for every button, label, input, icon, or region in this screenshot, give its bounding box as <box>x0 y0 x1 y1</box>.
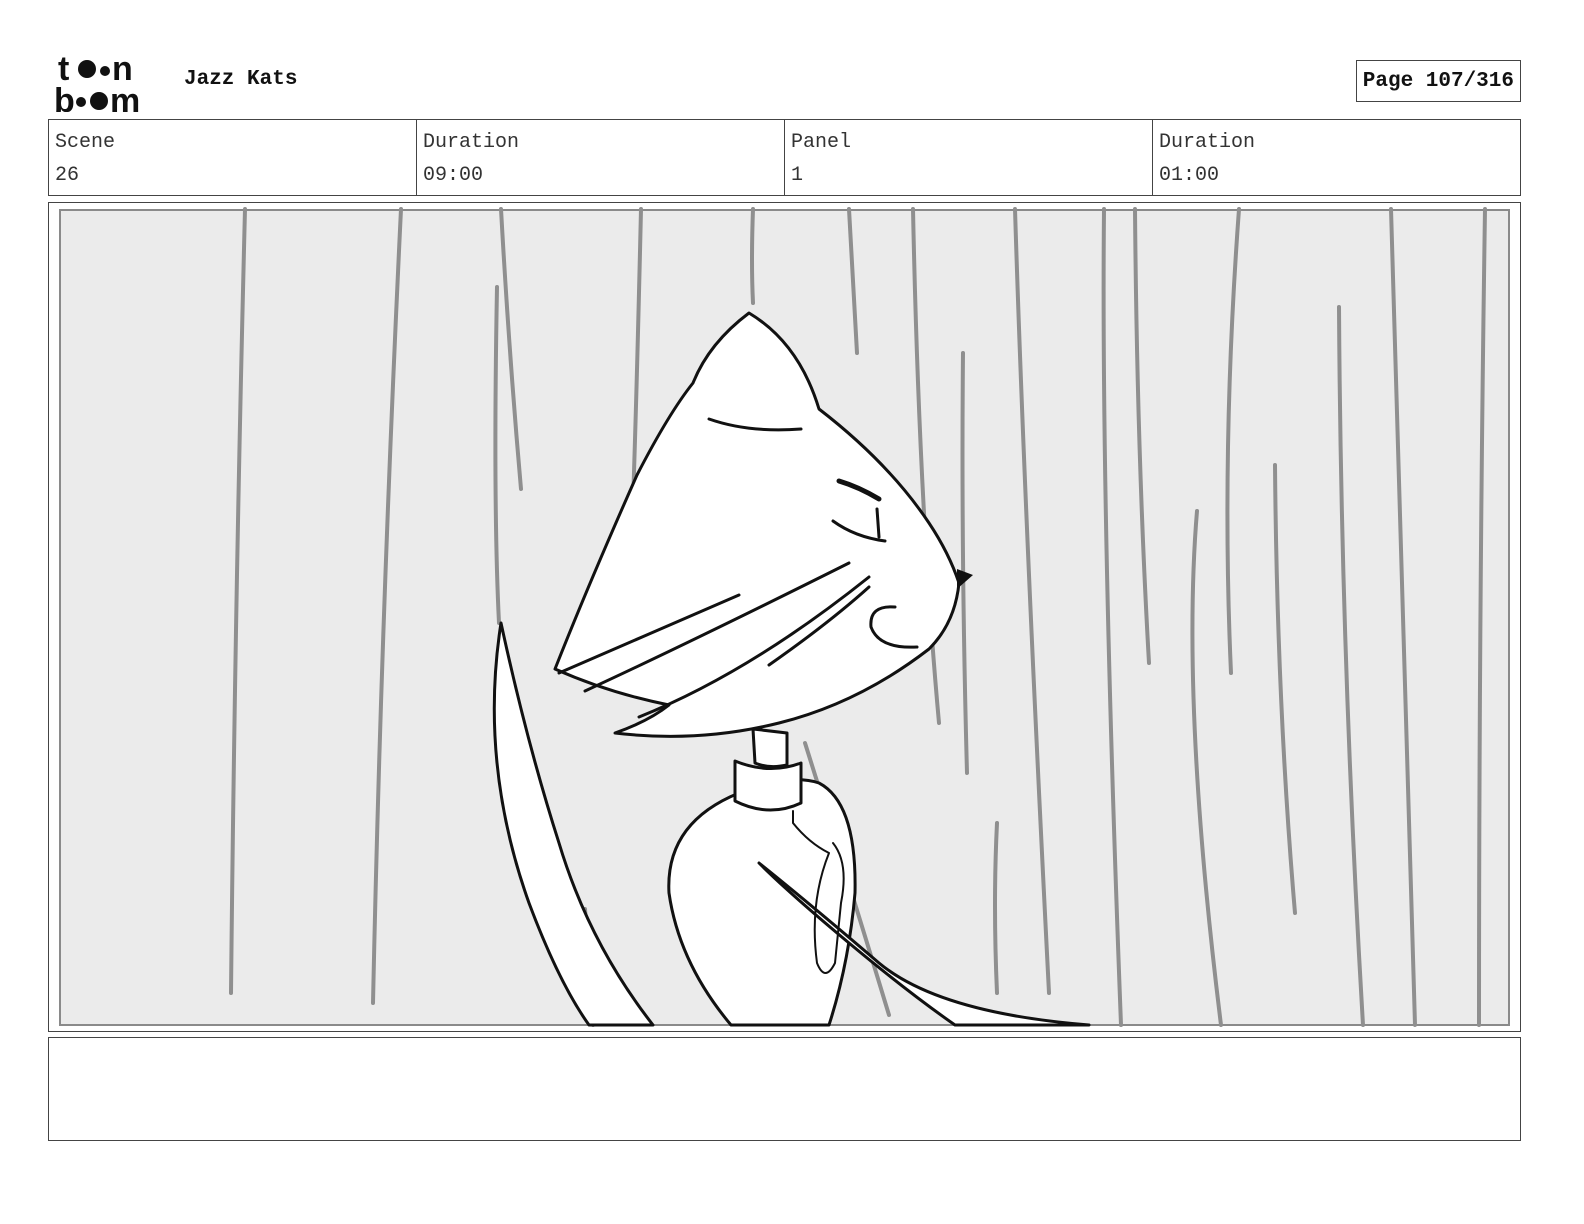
svg-text:b: b <box>54 82 75 112</box>
svg-text:m: m <box>110 82 140 112</box>
panel-cell: Panel 1 <box>785 120 1153 195</box>
panel-label: Panel <box>791 131 852 154</box>
page-indicator: Page 107/316 <box>1355 60 1521 102</box>
project-title: Jazz Kats <box>184 68 298 91</box>
scene-duration-cell: Duration 09:00 <box>417 120 785 195</box>
panel-notes-box <box>48 1037 1521 1141</box>
storyboard-panel <box>48 202 1521 1032</box>
scene-label: Scene <box>55 131 116 154</box>
panel-duration-value: 01:00 <box>1159 164 1220 187</box>
scene-info-table: Scene 26 Duration 09:00 Panel 1 Duration… <box>48 119 1521 196</box>
scene-duration-value: 09:00 <box>423 164 484 187</box>
panel-duration-cell: Duration 01:00 <box>1153 120 1520 195</box>
toon-boom-logo: t n b m <box>52 52 164 112</box>
scene-cell: Scene 26 <box>49 120 417 195</box>
panel-drawing <box>59 207 1510 1027</box>
scene-duration-label: Duration <box>423 131 520 154</box>
panel-value: 1 <box>791 164 804 187</box>
scene-value: 26 <box>55 164 80 187</box>
panel-duration-label: Duration <box>1159 131 1256 154</box>
header: t n b m Jazz Kats Page 107/316 <box>48 44 1521 114</box>
